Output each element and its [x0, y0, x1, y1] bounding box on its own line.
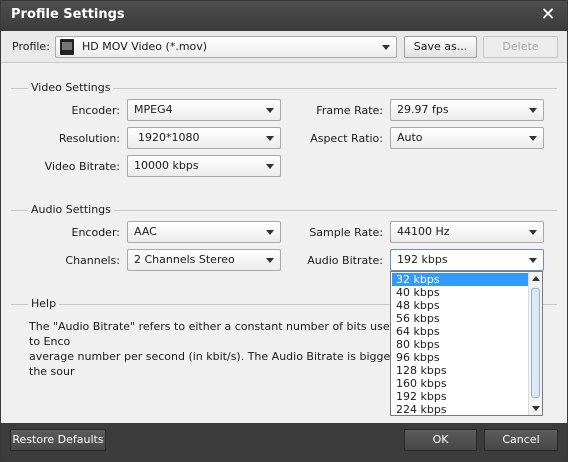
video-settings-title: Video Settings — [28, 81, 114, 94]
audio-settings-title: Audio Settings — [28, 203, 114, 216]
profile-select[interactable]: HD MOV Video (*.mov) — [55, 36, 397, 58]
audio-bitrate-label: Audio Bitrate: — [307, 254, 383, 267]
sample-rate-value: 44100 Hz — [397, 225, 450, 238]
dropdown-option[interactable]: 48 kbps — [392, 299, 528, 312]
chevron-down-icon — [382, 45, 390, 50]
chevron-down-icon — [266, 136, 274, 141]
help-title: Help — [28, 297, 60, 310]
chevron-down-icon — [266, 230, 274, 235]
audio-bitrate-options: 32 kbps 40 kbps 48 kbps 56 kbps 64 kbps … — [392, 273, 528, 416]
chevron-down-icon — [529, 230, 537, 235]
video-encoder-select[interactable]: MPEG4 — [127, 99, 281, 121]
title-bar: Profile Settings ✕ — [1, 1, 567, 31]
chevron-down-icon — [266, 164, 274, 169]
video-bitrate-select[interactable]: 10000 kbps — [127, 155, 281, 177]
dropdown-option[interactable]: 64 kbps — [392, 325, 528, 338]
profile-value: HD MOV Video (*.mov) — [82, 40, 208, 53]
video-bitrate-value: 10000 kbps — [134, 159, 199, 172]
delete-button[interactable]: Delete — [483, 36, 558, 58]
dialog-footer: Restore Defaults OK Cancel — [1, 423, 567, 461]
dropdown-option[interactable]: 96 kbps — [392, 351, 528, 364]
channels-value: 2 Channels Stereo — [134, 253, 235, 266]
dropdown-scrollbar[interactable] — [528, 272, 542, 415]
dropdown-option[interactable]: 40 kbps — [392, 286, 528, 299]
channels-select[interactable]: 2 Channels Stereo — [127, 249, 281, 271]
help-text-line: average number per second (in kbit/s). T… — [29, 350, 399, 378]
dropdown-option[interactable]: 160 kbps — [392, 377, 528, 390]
dropdown-option[interactable]: 192 kbps — [392, 390, 528, 403]
resolution-value: 1920*1080 — [138, 131, 200, 144]
video-encoder-label: Encoder: — [71, 104, 121, 117]
restore-defaults-button[interactable]: Restore Defaults — [10, 429, 106, 451]
aspect-ratio-select[interactable]: Auto — [390, 127, 544, 149]
chevron-down-icon — [529, 108, 537, 113]
chevron-down-icon — [266, 258, 274, 263]
audio-encoder-select[interactable]: AAC — [127, 221, 281, 243]
video-encoder-value: MPEG4 — [134, 103, 173, 116]
audio-bitrate-select[interactable]: 192 kbps — [390, 249, 544, 271]
ok-button[interactable]: OK — [404, 429, 477, 451]
close-icon[interactable]: ✕ — [537, 4, 559, 26]
audio-bitrate-value: 192 kbps — [397, 253, 448, 266]
dialog-title: Profile Settings — [11, 7, 125, 22]
resolution-label: Resolution: — [58, 132, 120, 145]
scroll-down-icon[interactable] — [532, 406, 540, 411]
scroll-thumb[interactable] — [531, 288, 540, 398]
aspect-ratio-label: Aspect Ratio: — [310, 132, 383, 145]
chevron-down-icon — [529, 136, 537, 141]
save-as-button[interactable]: Save as... — [404, 36, 477, 58]
dropdown-option[interactable]: 32 kbps — [392, 273, 528, 286]
profile-bar: Profile: HD MOV Video (*.mov) Save as...… — [1, 31, 567, 63]
frame-rate-label: Frame Rate: — [316, 104, 383, 117]
frame-rate-value: 29.97 fps — [397, 103, 449, 116]
dropdown-option[interactable]: 128 kbps — [392, 364, 528, 377]
sample-rate-label: Sample Rate: — [309, 226, 383, 239]
chevron-down-icon — [266, 108, 274, 113]
video-bitrate-label: Video Bitrate: — [44, 160, 120, 173]
dropdown-option[interactable]: 56 kbps — [392, 312, 528, 325]
frame-rate-select[interactable]: 29.97 fps — [390, 99, 544, 121]
chevron-down-icon — [529, 258, 537, 263]
audio-encoder-label: Encoder: — [71, 226, 121, 239]
video-file-icon — [60, 39, 74, 55]
profile-settings-dialog: Profile Settings ✕ Profile: HD MOV Video… — [0, 0, 568, 462]
audio-bitrate-dropdown[interactable]: 32 kbps 40 kbps 48 kbps 56 kbps 64 kbps … — [390, 271, 543, 416]
cancel-button[interactable]: Cancel — [484, 429, 558, 451]
channels-label: Channels: — [65, 254, 120, 267]
scroll-up-icon[interactable] — [532, 276, 540, 281]
help-text: The "Audio Bitrate" refers to either a c… — [29, 319, 409, 379]
sample-rate-select[interactable]: 44100 Hz — [390, 221, 544, 243]
profile-label: Profile: — [12, 40, 50, 53]
resolution-select[interactable]: 1920*1080 — [127, 127, 281, 149]
audio-encoder-value: AAC — [134, 225, 157, 238]
dropdown-option[interactable]: 224 kbps — [392, 403, 528, 416]
help-text-line: The "Audio Bitrate" refers to either a c… — [29, 320, 397, 348]
dropdown-option[interactable]: 80 kbps — [392, 338, 528, 351]
aspect-ratio-value: Auto — [397, 131, 423, 144]
